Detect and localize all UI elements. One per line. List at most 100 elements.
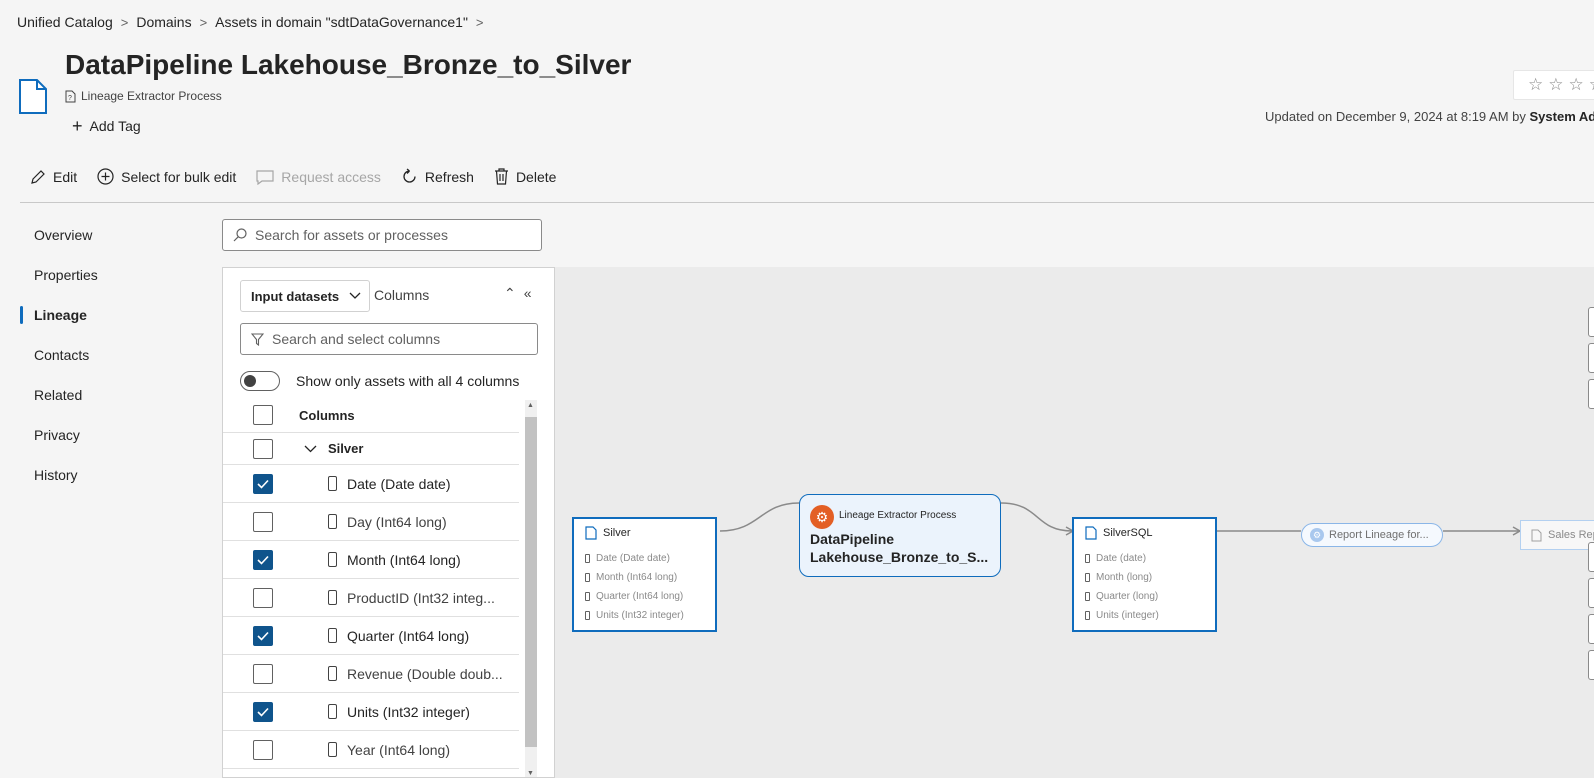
column-checkbox[interactable] [253,625,273,646]
select-all-checkbox[interactable] [253,405,273,425]
column-row[interactable]: Day (Int64 long) [223,503,519,541]
column-label: Revenue (Double doub... [347,665,503,682]
document-icon [1085,526,1097,540]
scrollbar[interactable]: ▲ ▼ [525,400,537,777]
column-row[interactable]: Units (Int32 integer) [223,693,519,731]
column-icon [328,742,337,757]
column-icon [328,514,337,529]
column-row[interactable]: ProductID (Int32 integ... [223,579,519,617]
node-column-label: Month (long) [1096,572,1153,583]
checkmark-icon [257,555,269,565]
column-icon [585,554,590,563]
column-icon [328,704,337,719]
column-label: Units (Int32 integer) [347,703,470,720]
column-icon [1085,592,1090,601]
column-group-silver: Silver [223,433,519,465]
node-column-label: Date (Date date) [596,553,670,564]
column-checkbox[interactable] [253,701,273,722]
column-icon [328,666,337,681]
partial-node[interactable] [1588,650,1594,680]
report-label: Report Lineage for... [1329,529,1429,541]
all-columns-toggle-row: Show only assets with all 4 columns [240,371,519,391]
dataset-dropdown[interactable]: Input datasets [240,280,370,312]
column-icon [585,573,590,582]
column-icon [328,552,337,567]
chevron-down-icon[interactable] [304,445,317,453]
process-name-text: DataPipeline Lakehouse_Bronze_to_S... [810,531,989,565]
columns-panel: Input datasets Columns ⌃ « Search and se… [222,267,555,778]
column-label: Day (Int64 long) [347,513,447,530]
column-label: Date (Date date) [347,475,451,492]
column-icon [1085,573,1090,582]
column-checkbox[interactable] [253,473,273,494]
column-label: Year (Int64 long) [347,741,450,758]
gear-icon: ⚙ [1310,528,1324,542]
column-icon [328,590,337,605]
lineage-node-process[interactable]: ⚙ Lineage Extractor Process DataPipeline… [799,494,1001,577]
all-columns-toggle[interactable] [240,371,280,391]
scroll-down-icon[interactable]: ▼ [527,770,534,777]
group-checkbox[interactable] [253,438,273,459]
column-row[interactable]: Date (Date date) [223,465,519,503]
node-column-label: Date (date) [1096,553,1147,564]
column-checkbox[interactable] [253,663,273,684]
document-icon [585,526,597,540]
checkmark-icon [257,479,269,489]
node-column-label: Units (Int32 integer) [596,610,684,621]
column-checkbox[interactable] [253,549,273,570]
node-column: Units (Int32 integer) [585,606,715,625]
column-checkbox[interactable] [253,511,273,532]
lineage-node-silver[interactable]: Silver Date (Date date) Month (Int64 lon… [572,517,717,632]
column-search-placeholder: Search and select columns [272,331,441,347]
partial-node[interactable] [1588,614,1594,644]
edge-process-to-silversql [1000,502,1073,532]
column-icon [328,476,337,491]
node-column: Quarter (Int64 long) [585,587,715,606]
toggle-label: Show only assets with all 4 columns [296,373,520,389]
column-icon [585,592,590,601]
column-label: Month (Int64 long) [347,551,461,568]
collapse-all-icon[interactable]: ⌃ [504,285,516,302]
process-type: Lineage Extractor Process [839,510,957,521]
checkmark-icon [257,707,269,717]
lineage-node-report[interactable]: ⚙ Report Lineage for... [1301,523,1443,547]
tab-columns[interactable]: Columns [374,287,429,303]
column-checkbox[interactable] [253,587,273,608]
column-row[interactable]: Quarter (Int64 long) [223,617,519,655]
node-column: Quarter (long) [1085,587,1215,606]
column-row[interactable]: Month (Int64 long) [223,541,519,579]
column-label: Quarter (Int64 long) [347,627,470,644]
partial-node[interactable] [1588,379,1594,409]
column-row[interactable]: Revenue (Double doub... [223,655,519,693]
lineage-node-silversql[interactable]: SilverSQL Date (date) Month (long) Quart… [1072,517,1217,632]
collapse-panel-icon[interactable]: « [524,285,532,302]
gear-icon: ⚙ [810,505,834,529]
filter-icon [251,332,264,346]
node-column-label: Units (integer) [1096,610,1159,621]
process-name: DataPipeline Lakehouse_Bronze_to_S... [810,530,995,566]
node-column: Units (integer) [1085,606,1215,625]
lineage-node-sales[interactable]: Sales Repo [1520,520,1594,550]
column-header-label: Columns [299,407,355,423]
column-icon [1085,554,1090,563]
column-icon [585,611,590,620]
column-checkbox[interactable] [253,739,273,760]
node-column-label: Quarter (long) [1096,591,1159,602]
node-column: Date (date) [1085,549,1215,568]
partial-node[interactable] [1588,307,1594,337]
scroll-up-icon[interactable]: ▲ [527,402,534,409]
panel-controls: ⌃ « [504,285,532,302]
node-column: Month (long) [1085,568,1215,587]
partial-node[interactable] [1588,542,1594,572]
partial-node[interactable] [1588,578,1594,608]
column-icon [328,628,337,643]
partial-node[interactable] [1588,343,1594,373]
scrollbar-thumb[interactable] [525,417,537,747]
column-row[interactable]: Year (Int64 long) [223,731,519,769]
node-name: Silver [603,527,631,539]
node-header: SilverSQL [1085,526,1215,540]
checkmark-icon [257,631,269,641]
node-column: Date (Date date) [585,549,715,568]
node-column-label: Quarter (Int64 long) [596,591,684,602]
column-search-input[interactable]: Search and select columns [240,323,538,355]
